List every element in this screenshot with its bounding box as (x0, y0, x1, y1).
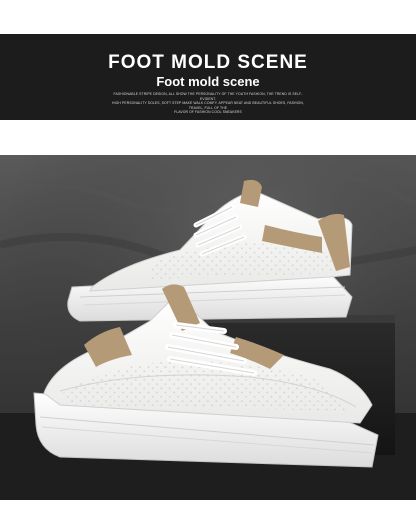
product-page: FOOT MOLD SCENE Foot mold scene FASHIONA… (0, 0, 416, 520)
sneakers-photo (0, 155, 416, 500)
header-banner: FOOT MOLD SCENE Foot mold scene FASHIONA… (0, 0, 416, 128)
description-text: FASHIONABLE STRIPE DESIGN, ALL SHOW THE … (108, 92, 308, 115)
page-subtitle: Foot mold scene (156, 74, 260, 89)
description-line: FASHIONABLE STRIPE DESIGN, ALL SHOW THE … (113, 92, 303, 101)
description-line: FLAVOR OF FASHION COOL SNEAKERS (174, 110, 242, 115)
footer-space (0, 500, 416, 520)
page-title: FOOT MOLD SCENE (108, 52, 308, 73)
description-line: HIGH PERSONALITY SOLES, SOFT STEP MAKE W… (112, 101, 304, 110)
product-photo (0, 155, 416, 500)
